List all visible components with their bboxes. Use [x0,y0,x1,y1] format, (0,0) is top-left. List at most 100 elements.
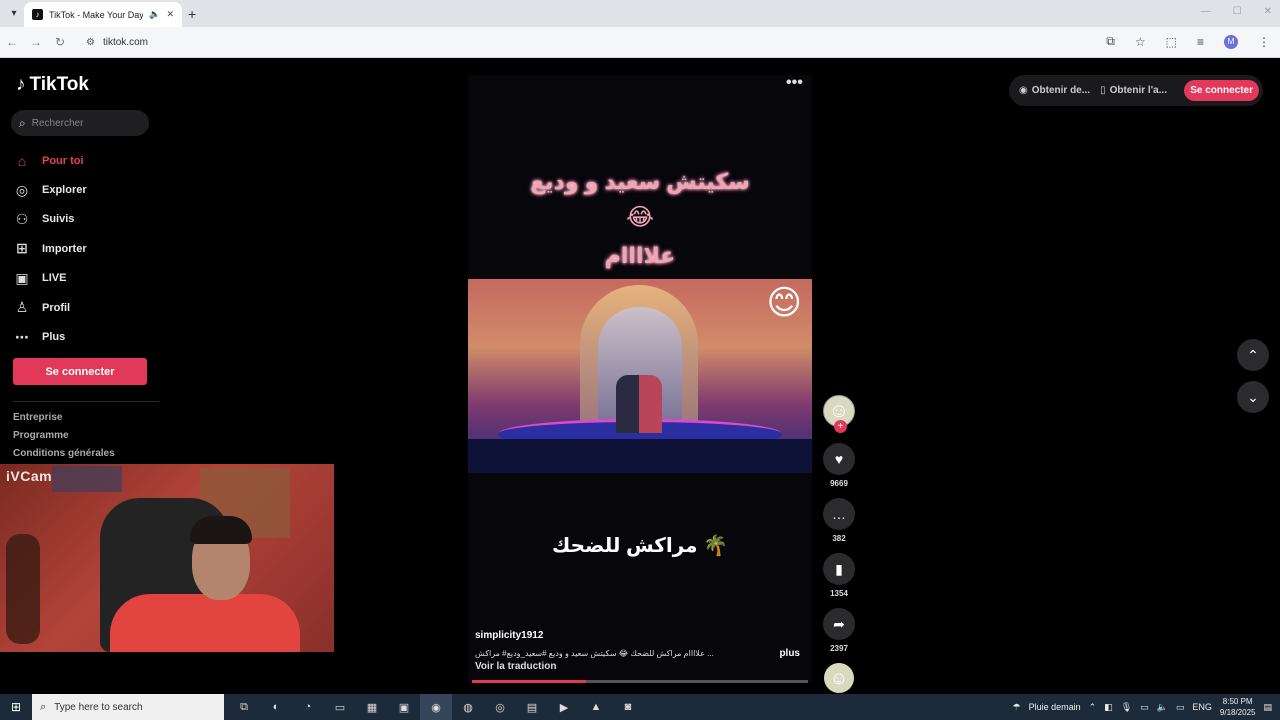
install-app-icon[interactable]: ⧉ [1106,34,1115,49]
video-progress-bar[interactable] [472,680,808,683]
share-count: 2397 [830,644,848,653]
next-video-button[interactable]: ⌄ [1237,381,1269,413]
start-button[interactable]: ⊞ [0,694,32,720]
smiley-sticker: 😊 [766,284,802,322]
see-translation-link[interactable]: Voir la traduction [475,661,557,672]
sidebar-item-profil[interactable]: ♙ Profil [14,293,164,322]
save-count: 1354 [830,589,848,598]
save-action: ▮ 1354 [822,553,856,598]
back-button[interactable]: ← [0,35,24,49]
discord-icon[interactable]: ◍ [452,694,484,720]
url-text: tiktok.com [102,37,148,48]
browser-menu-icon[interactable]: ⋮ [1258,35,1270,49]
like-button[interactable]: ♥ [823,443,855,475]
person-hair [190,516,252,544]
steam-icon[interactable]: ◎ [484,694,516,720]
address-bar[interactable]: ⚙ tiktok.com [80,31,1100,54]
network-icon[interactable]: ▭ [1140,702,1149,713]
sidebar-item-live[interactable]: ▣ LIVE [14,264,164,293]
taskbar-clock[interactable]: 8:50 PM 9/18/2025 [1220,696,1256,718]
get-app-button[interactable]: ▯ Obtenir l'a... [1100,85,1167,96]
get-coins-label: Obtenir de... [1031,85,1091,96]
like-action: ♥ 9669 [822,443,856,488]
footer-link-programme[interactable]: Programme [13,430,115,448]
volume-icon[interactable]: 🔈 [1157,702,1168,713]
tray-app-icon[interactable]: ◧ [1104,702,1113,713]
footer-link-entreprise[interactable]: Entreprise [13,412,115,430]
stage-actors [616,375,662,433]
bookmark-star-icon[interactable]: ☆ [1135,35,1146,49]
music-disc[interactable]: ☺ [824,663,854,693]
comment-button[interactable]: … [823,498,855,530]
guitar [6,534,40,644]
clock-time: 8:50 PM [1222,697,1253,706]
speaker-icon[interactable]: 🔈 [149,9,160,20]
video-actions: ☺ + ♥ 9669 … 382 ▮ 1354 ➦ 2397 ☺ [822,395,856,693]
extensions-icon[interactable]: ⬚ [1166,35,1177,49]
search-input[interactable] [31,117,132,129]
notifications-icon[interactable]: ▤ [1263,702,1272,713]
sidebar-item-suivis[interactable]: ⚇ Suivis [14,205,164,234]
media-controls-icon[interactable]: ≡ [1197,35,1204,49]
sidebar-item-explorer[interactable]: ◎ Explorer [14,175,164,204]
description-more-link[interactable]: plus [779,648,800,659]
search-box[interactable]: ⌕ [11,110,149,136]
task-view-icon[interactable]: ⧉ [228,694,260,720]
epic-games-icon[interactable]: ▤ [516,694,548,720]
tiktok-logo[interactable]: ♪ TikTok [16,74,89,96]
new-tab-button[interactable]: + [188,6,196,22]
follow-plus-icon[interactable]: + [834,420,847,433]
sidebar-item-importer[interactable]: ⊞ Importer [14,234,164,263]
creator-avatar[interactable]: ☺ + [823,395,855,433]
microphone-icon[interactable]: 🎙 [1121,702,1132,713]
weather-icon[interactable]: ☂ [1013,702,1021,713]
site-info-icon[interactable]: ⚙ [86,37,95,48]
sidebar-item-plus[interactable]: ⋯ Plus [14,322,164,351]
forward-button[interactable]: → [24,35,48,49]
chrome-icon[interactable]: ◉ [420,694,452,720]
battery-icon[interactable]: ▭ [1176,702,1185,713]
tiktok-wordmark: TikTok [29,74,89,95]
video-overlay-subtitle: علاااام [604,243,676,268]
close-tab-icon[interactable]: ✕ [166,9,174,20]
previous-video-button[interactable]: ⌃ [1237,339,1269,371]
video-progress-fill [472,680,587,683]
more-icon: ⋯ [15,328,29,345]
video-overlay-emoji: 😂 [625,204,655,231]
minimize-icon[interactable]: — [1201,6,1211,17]
youtube-icon[interactable]: ▶ [548,694,580,720]
app-orange-icon[interactable]: ▲ [580,694,612,720]
save-button[interactable]: ▮ [823,553,855,585]
app-green-icon[interactable]: ▣ [388,694,420,720]
sidebar-login-button[interactable]: Se connecter [13,358,147,385]
video-player[interactable]: سكيتش سعيد و وديع 😂 علاااام 😊 مراكش للضح… [468,75,812,683]
share-button[interactable]: ➦ [823,608,855,640]
chevron-down-icon: ⌄ [1247,388,1259,405]
edge-icon[interactable]: ◔ [292,694,324,720]
file-explorer-icon[interactable]: ▭ [324,694,356,720]
profile-avatar[interactable]: M [1224,34,1238,49]
reload-button[interactable]: ↻ [48,35,72,49]
header-login-button[interactable]: Se connecter [1184,80,1259,101]
get-coins-button[interactable]: ◉ Obtenir de... [1019,85,1090,96]
browser-toolbar: ← → ↻ ⚙ tiktok.com ⧉ ☆ ⬚ ≡ M ⋮ [0,27,1280,58]
maximize-icon[interactable]: ☐ [1233,6,1242,17]
search-icon: ⌕ [19,115,26,130]
tray-overflow-icon[interactable]: ⌃ [1089,702,1097,713]
sidebar-item-pour-toi[interactable]: ⌂ Pour toi [14,146,164,175]
chevron-down-icon: ▾ [11,8,17,19]
language-indicator[interactable]: ENG [1192,702,1212,712]
browser-tab-tiktok[interactable]: ♪ TikTok - Make Your Day 🔈 ✕ [24,2,182,27]
video-overlay-title: سكيتش سعيد و وديع [530,169,750,194]
live-icon: ▣ [15,269,29,286]
store-icon[interactable]: ▦ [356,694,388,720]
close-window-icon[interactable]: ✕ [1264,6,1272,17]
sidebar-divider [13,401,159,402]
video-caption-overlay: مراكش للضحك 🌴 [551,535,729,557]
copilot-icon[interactable]: ◐ [260,694,292,720]
app-blue-icon[interactable]: ◙ [612,694,644,720]
weather-label[interactable]: Pluie demain [1029,702,1081,712]
taskbar-search[interactable]: ⌕ Type here to search [32,694,224,720]
video-author[interactable]: simplicity1912 [475,630,543,641]
video-options-icon[interactable]: ••• [786,74,803,92]
